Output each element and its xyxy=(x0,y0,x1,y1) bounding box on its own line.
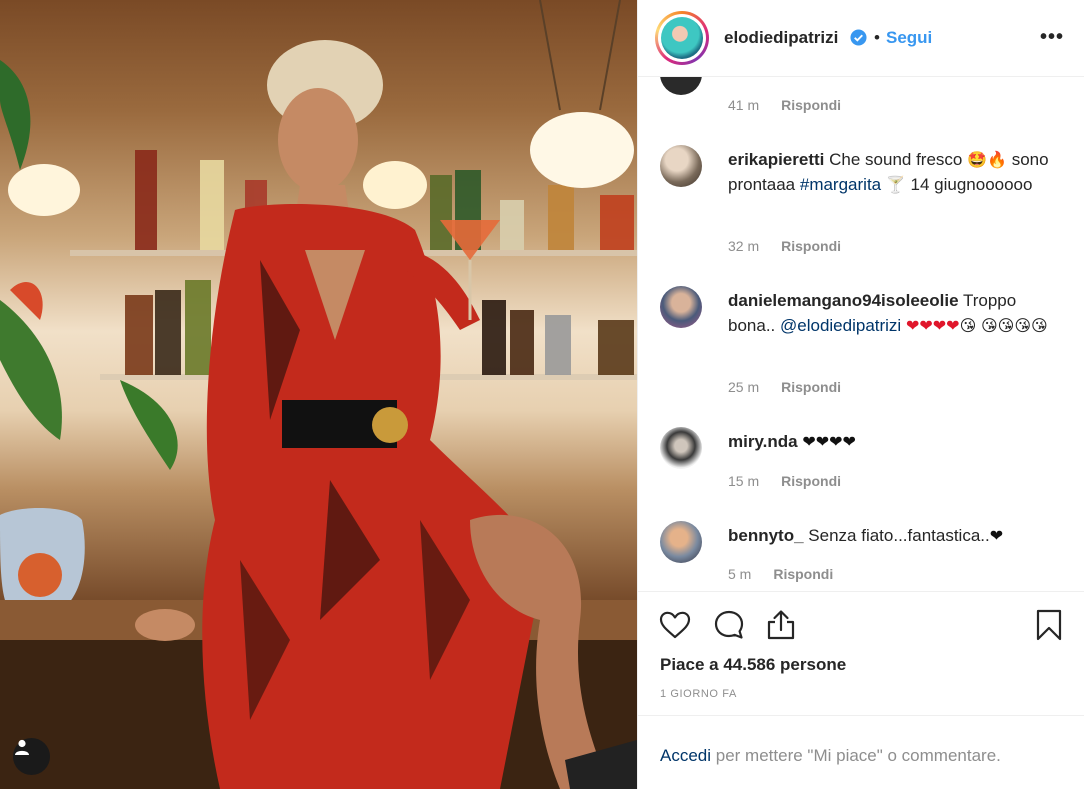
reply-button[interactable]: Rispondi xyxy=(781,379,841,395)
login-prompt-rest: per mettere "Mi piace" o commentare. xyxy=(715,746,1001,765)
avatar-image xyxy=(661,17,703,59)
reply-button[interactable]: Rispondi xyxy=(781,97,841,113)
more-options-button[interactable]: ••• xyxy=(1040,26,1064,49)
login-prompt-text: Accedi per mettere "Mi piace" o commenta… xyxy=(660,746,1001,766)
like-heart-icon[interactable] xyxy=(658,608,692,642)
comment-item: bennyto_ Senza fiato...fantastica..❤ xyxy=(728,523,1068,548)
comment-time: 25 m xyxy=(728,379,760,395)
comment-meta: 25 m Rispondi xyxy=(728,379,841,395)
comment-meta: 5 m Rispondi xyxy=(728,566,833,582)
comment-meta: 32 m Rispondi xyxy=(728,238,841,254)
comment-meta: 15 m Rispondi xyxy=(728,473,841,489)
emoji: 😘😘😘😘 xyxy=(981,316,1048,335)
user-tag-button[interactable] xyxy=(13,738,50,775)
post-photo[interactable] xyxy=(0,0,637,789)
emoji: 😘 xyxy=(959,316,977,335)
likes-count[interactable]: Piace a 44.586 persone xyxy=(660,655,846,675)
heart-emoji: ❤ xyxy=(989,526,1004,545)
emoji: 🍸 xyxy=(885,175,906,194)
comment-time: 5 m xyxy=(728,566,752,582)
comment-item: erikapieretti Che sound fresco 🤩🔥 sono p… xyxy=(728,147,1068,197)
comment-meta: 41 m Rispondi xyxy=(728,97,841,113)
hearts-emoji: ❤❤❤❤ xyxy=(905,316,960,335)
hearts-emoji: ❤❤❤❤ xyxy=(802,432,856,451)
comment-username[interactable]: miry.nda xyxy=(728,432,798,451)
commenter-avatar[interactable] xyxy=(660,427,702,469)
share-icon[interactable] xyxy=(764,608,798,642)
post-sidebar: elodiedipatrizi • Segui ••• 41 m Rispondi… xyxy=(637,0,1084,789)
emoji: 🤩🔥 xyxy=(967,150,1007,169)
login-prompt: Accedi per mettere "Mi piace" o commenta… xyxy=(638,715,1084,789)
comment-time: 32 m xyxy=(728,238,760,254)
comment-item: miry.nda ❤❤❤❤ xyxy=(728,429,1068,454)
save-bookmark-icon[interactable] xyxy=(1032,608,1066,642)
photo-illustration xyxy=(0,0,637,789)
commenter-avatar[interactable] xyxy=(660,77,702,95)
comment-time: 15 m xyxy=(728,473,760,489)
post-header: elodiedipatrizi • Segui ••• xyxy=(638,0,1084,77)
commenter-avatar[interactable] xyxy=(660,286,702,328)
post-actions: Piace a 44.586 persone 1 GIORNO FA xyxy=(638,591,1084,715)
comment-username[interactable]: danielemangano94isoleeolie xyxy=(728,291,959,310)
reply-button[interactable]: Rispondi xyxy=(773,566,833,582)
commenter-avatar[interactable] xyxy=(660,145,702,187)
reply-button[interactable]: Rispondi xyxy=(781,473,841,489)
comment-item: danielemangano94isoleeolie Troppo bona..… xyxy=(728,288,1068,338)
header-separator: • xyxy=(874,28,880,47)
commenter-avatar[interactable] xyxy=(660,521,702,563)
comment-bubble-icon[interactable] xyxy=(712,608,746,642)
hashtag-link[interactable]: #margarita xyxy=(800,175,881,194)
author-avatar[interactable] xyxy=(655,11,709,65)
author-username[interactable]: elodiedipatrizi xyxy=(724,28,838,48)
comment-username[interactable]: erikapieretti xyxy=(728,150,824,169)
user-icon xyxy=(15,739,29,755)
comment-text: Che sound fresco xyxy=(829,150,963,169)
reply-button[interactable]: Rispondi xyxy=(781,238,841,254)
mention-link[interactable]: @elodiedipatrizi xyxy=(780,316,901,335)
verified-badge-icon xyxy=(850,29,867,46)
comment-time: 41 m xyxy=(728,97,760,113)
comment-text: Senza fiato...fantastica.. xyxy=(808,526,990,545)
follow-button[interactable]: Segui xyxy=(886,28,932,48)
post-timestamp[interactable]: 1 GIORNO FA xyxy=(660,688,737,700)
login-link[interactable]: Accedi xyxy=(660,746,711,765)
comment-username[interactable]: bennyto_ xyxy=(728,526,804,545)
comment-text: 14 giugnoooooo xyxy=(910,175,1033,194)
comments-list[interactable]: 41 m Rispondi erikapieretti Che sound fre… xyxy=(638,77,1084,591)
